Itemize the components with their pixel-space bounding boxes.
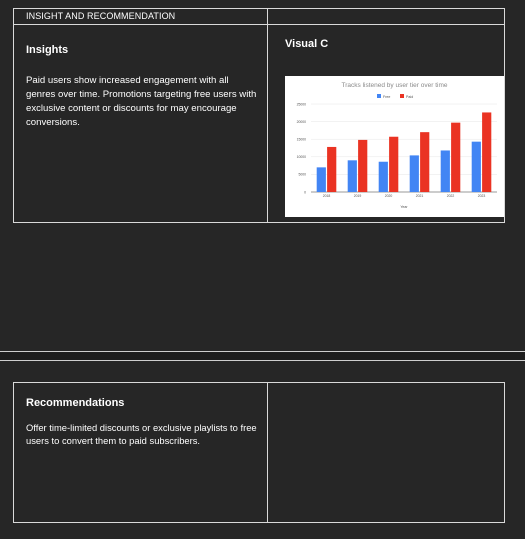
- bar-paid: [420, 132, 430, 192]
- x-tick-label: 2019: [354, 194, 362, 198]
- bar-free: [378, 161, 388, 192]
- header-cell-left: INSIGHT AND RECOMMENDATION: [13, 8, 268, 25]
- bar-free: [409, 155, 419, 192]
- recommendations-empty-cell: [267, 382, 505, 523]
- recommendations-title: Recommendations: [26, 397, 125, 409]
- x-tick-label: 2023: [478, 194, 486, 198]
- legend-swatch: [400, 94, 404, 98]
- recommendations-cell: Recommendations Offer time-limited disco…: [13, 382, 268, 523]
- bar-paid: [327, 146, 337, 192]
- header-title: INSIGHT AND RECOMMENDATION: [26, 11, 176, 21]
- insights-text: Paid users show increased engagement wit…: [26, 75, 257, 128]
- x-axis-label: Year: [400, 205, 408, 209]
- section-divider: [0, 351, 525, 361]
- x-tick-label: 2018: [323, 194, 331, 198]
- insights-title: Insights: [26, 44, 69, 56]
- bar-paid: [389, 136, 399, 192]
- legend-label: Paid: [406, 95, 413, 99]
- bar-chart: Free Paid 0 5000 10000 15000 20000 25000 2018 201…: [297, 94, 497, 209]
- bar-paid: [358, 139, 368, 192]
- page: INSIGHT AND RECOMMENDATION Insights Paid…: [0, 0, 525, 539]
- y-tick-label: 0: [304, 190, 306, 194]
- header-cell-right: [267, 8, 505, 25]
- visual-title: Visual C: [285, 38, 329, 50]
- bar-free: [316, 167, 326, 192]
- y-tick-label: 25000: [297, 102, 307, 106]
- insights-cell: Insights Paid users show increased engag…: [13, 24, 268, 223]
- x-tick-label: 2021: [416, 194, 424, 198]
- y-tick-label: 5000: [298, 173, 306, 177]
- y-tick-label: 20000: [297, 120, 307, 124]
- chart-title: Tracks listened by user tier over time: [341, 82, 448, 89]
- x-tick-label: 2022: [447, 194, 455, 198]
- bar-paid: [482, 112, 492, 192]
- bar-free: [440, 150, 450, 192]
- legend-label: Free: [383, 95, 390, 99]
- legend-swatch: [377, 94, 381, 98]
- recommendations-text: Offer time-limited discounts or exclusiv…: [26, 422, 257, 446]
- bar-free: [347, 160, 357, 192]
- y-tick-label: 15000: [297, 138, 307, 142]
- x-tick-label: 2020: [385, 194, 393, 198]
- y-tick-label: 10000: [297, 155, 307, 159]
- bar-paid: [451, 122, 461, 192]
- chart-card: Tracks listened by user tier over time F…: [285, 76, 504, 217]
- bar-free: [471, 141, 481, 192]
